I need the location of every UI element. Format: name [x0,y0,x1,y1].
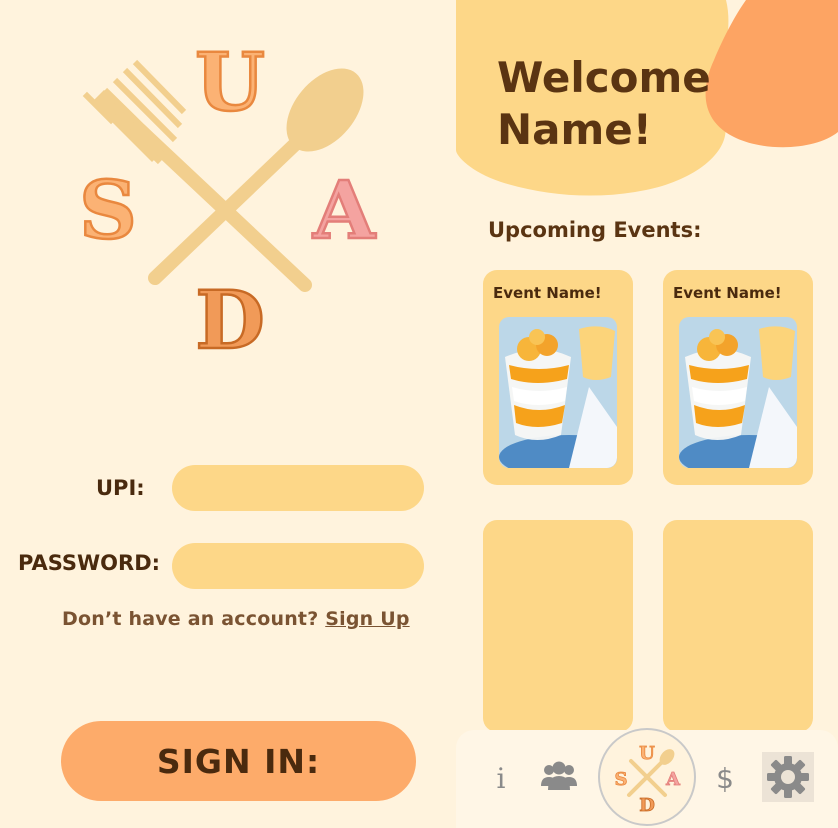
suad-logo: U S A D [78,40,377,360]
info-icon[interactable]: i [486,758,516,798]
event-image [499,317,617,468]
suad-logo-icon: U S A D [614,743,681,817]
people-icon[interactable] [536,754,582,798]
signin-button[interactable]: SIGN IN: [61,721,416,801]
event-card[interactable]: Event Name! [483,270,633,485]
logo-letter-d: D [195,273,264,360]
home-screen: Welcome Name! Upcoming Events: Event Nam… [456,0,838,828]
event-card[interactable]: Event Name! [663,270,813,485]
password-input[interactable] [172,543,424,589]
event-card-empty[interactable] [483,520,633,732]
people-icon-glyph [541,761,577,790]
event-name: Event Name! [493,284,602,302]
password-label: PASSWORD: [18,551,161,575]
home-logo-button[interactable]: U S A D [598,728,696,826]
bottom-nav: i U S A D $ [456,728,838,828]
welcome-heading: Welcome Name! [497,53,711,154]
logo-letter-a: A [312,163,376,257]
upi-label: UPI: [96,476,145,500]
upcoming-events-title: Upcoming Events: [488,218,702,242]
event-name: Event Name! [673,284,782,302]
event-card-empty[interactable] [663,520,813,732]
signup-prompt-text: Don’t have an account? [62,608,319,630]
settings-button[interactable] [762,752,814,802]
mini-letter-s: S [615,769,628,790]
signup-link[interactable]: Sign Up [325,608,409,630]
signin-screen: U S A D UPI: PASSWORD: Don’t have an acc… [0,0,456,828]
logo-letter-u: U [195,40,265,129]
signup-prompt-row: Don’t have an account? Sign Up [62,608,410,630]
mini-letter-a: A [665,769,681,790]
logo-letter-s: S [79,163,137,257]
dollar-icon[interactable]: $ [710,758,740,798]
gear-icon [767,756,809,798]
upi-input[interactable] [172,465,424,511]
event-image [679,317,797,468]
mini-letter-d: D [639,795,655,816]
mini-letter-u: U [639,743,655,764]
